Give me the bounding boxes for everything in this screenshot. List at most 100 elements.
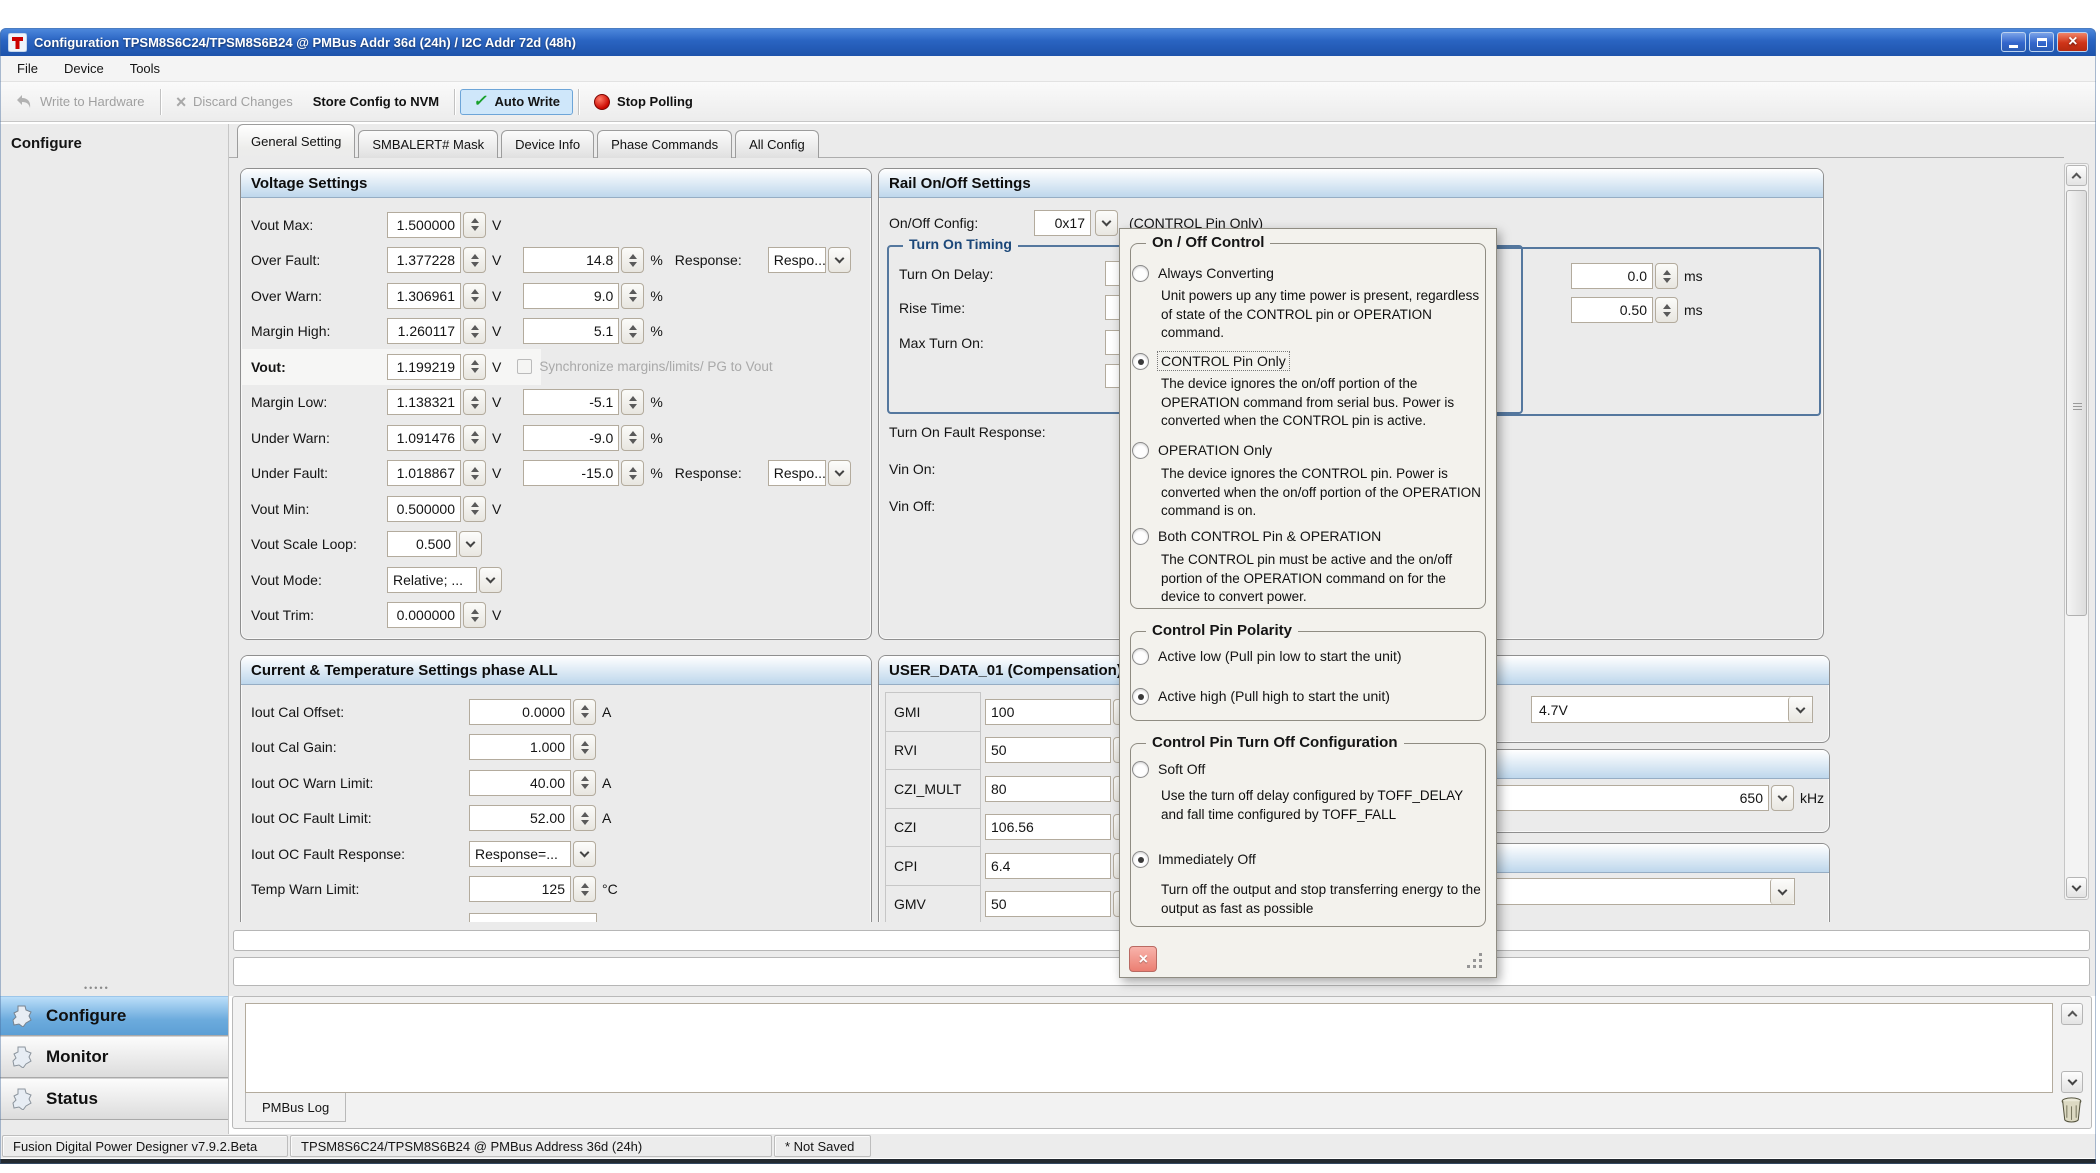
spinner[interactable] [573,770,596,796]
spinner-down-icon[interactable] [471,226,479,231]
radio-selected-icon[interactable] [1132,688,1149,705]
log-scrollbar[interactable] [2059,1003,2085,1093]
sync-margins-checkbox[interactable] [517,359,532,374]
dropdown-button[interactable] [573,841,596,867]
nav-status[interactable]: Status [0,1078,228,1120]
scroll-down-button[interactable] [2061,1071,2083,1093]
scroll-up-button[interactable] [2066,165,2087,186]
dropdown-button[interactable] [828,460,851,486]
over-warn-pct-input[interactable]: 9.0 [523,283,619,309]
dropdown-button[interactable] [1788,697,1812,722]
spinner-up-icon[interactable] [471,609,479,614]
margin-low-pct-input[interactable]: -5.1 [523,389,619,415]
spinner[interactable] [621,389,644,415]
spinner[interactable] [463,354,486,380]
menu-file[interactable]: File [4,56,51,81]
discard-changes-button[interactable]: Discard Changes [166,93,303,111]
write-to-hardware-button[interactable]: Write to Hardware [6,94,155,109]
dropdown-button[interactable] [1770,879,1794,904]
vout-max-input[interactable]: 1.500000 [387,212,461,238]
spinner-up-icon[interactable] [581,812,589,817]
spinner-up-icon[interactable] [471,502,479,507]
spinner-down-icon[interactable] [629,475,637,480]
spinner-down-icon[interactable] [471,404,479,409]
spinner-up-icon[interactable] [471,289,479,294]
spinner[interactable] [621,318,644,344]
on-off-config-select[interactable]: 0x17 [1034,210,1091,236]
radio-selected-icon[interactable] [1132,353,1149,370]
dropdown-button[interactable] [479,567,502,593]
spinner-down-icon[interactable] [629,333,637,338]
cpi-input[interactable]: 6.4 [985,853,1111,879]
spinner[interactable] [621,425,644,451]
gmi-input[interactable]: 100 [985,699,1111,725]
spinner-down-icon[interactable] [471,262,479,267]
turn-off-delay-input[interactable]: 0.0 [1571,263,1653,289]
spinner-down-icon[interactable] [581,891,589,896]
radio-always-converting[interactable]: Always Converting [1132,263,1274,283]
radio-control-pin-only[interactable]: CONTROL Pin Only [1132,351,1289,371]
tab-pmbus-log[interactable]: PMBus Log [245,1093,346,1122]
vertical-scrollbar[interactable] [2064,163,2089,900]
under-fault-input[interactable]: 1.018867 [387,460,461,486]
store-config-to-nvm-button[interactable]: Store Config to NVM [303,94,449,109]
spinner[interactable] [463,283,486,309]
stop-polling-button[interactable]: Stop Polling [584,94,703,110]
splitter-handle[interactable] [84,978,110,994]
spinner-up-icon[interactable] [629,254,637,259]
tab-general-setting[interactable]: General Setting [237,124,355,158]
minimize-button[interactable] [2001,32,2026,52]
iout-oc-warn-input[interactable]: 40.00 [469,770,571,796]
spinner[interactable] [573,805,596,831]
spinner[interactable] [621,460,644,486]
spinner-up-icon[interactable] [471,467,479,472]
spinner-up-icon[interactable] [581,883,589,888]
spinner-down-icon[interactable] [629,262,637,267]
vout-min-input[interactable]: 0.500000 [387,496,461,522]
spinner[interactable] [621,247,644,273]
spinner-up-icon[interactable] [629,289,637,294]
tab-device-info[interactable]: Device Info [501,130,594,158]
iout-oc-fault-input[interactable]: 52.00 [469,805,571,831]
radio-icon[interactable] [1132,761,1149,778]
spinner-down-icon[interactable] [471,368,479,373]
auto-write-toggle[interactable]: Auto Write [460,89,573,115]
over-fault-input[interactable]: 1.377228 [387,247,461,273]
radio-icon[interactable] [1132,442,1149,459]
radio-selected-icon[interactable] [1132,851,1149,868]
spinner-up-icon[interactable] [471,325,479,330]
spinner-down-icon[interactable] [581,713,589,718]
temp-warn-limit-input[interactable]: 125 [469,876,571,902]
rvi-input[interactable]: 50 [985,737,1111,763]
spinner-up-icon[interactable] [1663,270,1671,275]
spinner[interactable] [1655,297,1678,323]
iout-cal-gain-input[interactable]: 1.000 [469,734,571,760]
spinner[interactable] [463,318,486,344]
spinner-up-icon[interactable] [629,396,637,401]
over-warn-input[interactable]: 1.306961 [387,283,461,309]
czi-input[interactable]: 106.56 [985,814,1111,840]
spinner-down-icon[interactable] [581,749,589,754]
spinner-down-icon[interactable] [581,820,589,825]
spinner-up-icon[interactable] [581,741,589,746]
over-fault-response-select[interactable]: Respo... [768,247,826,273]
spinner-up-icon[interactable] [629,431,637,436]
spinner[interactable] [463,425,486,451]
popup-close-button[interactable] [1129,946,1157,972]
spinner-up-icon[interactable] [471,218,479,223]
vout-trim-input[interactable]: 0.000000 [387,602,461,628]
spinner-up-icon[interactable] [471,360,479,365]
scrollbar-thumb[interactable] [2066,190,2087,616]
spinner-up-icon[interactable] [471,431,479,436]
margin-high-pct-input[interactable]: 5.1 [523,318,619,344]
dropdown-button[interactable] [1771,785,1794,811]
margin-low-input[interactable]: 1.138321 [387,389,461,415]
radio-active-high[interactable]: Active high (Pull high to start the unit… [1132,686,1390,706]
radio-immediately-off[interactable]: Immediately Off [1132,849,1256,869]
tab-all-config[interactable]: All Config [735,130,819,158]
under-fault-pct-input[interactable]: -15.0 [523,460,619,486]
scroll-down-button[interactable] [2066,877,2087,898]
dropdown-button[interactable] [828,247,851,273]
spinner[interactable] [621,283,644,309]
spinner[interactable] [463,602,486,628]
